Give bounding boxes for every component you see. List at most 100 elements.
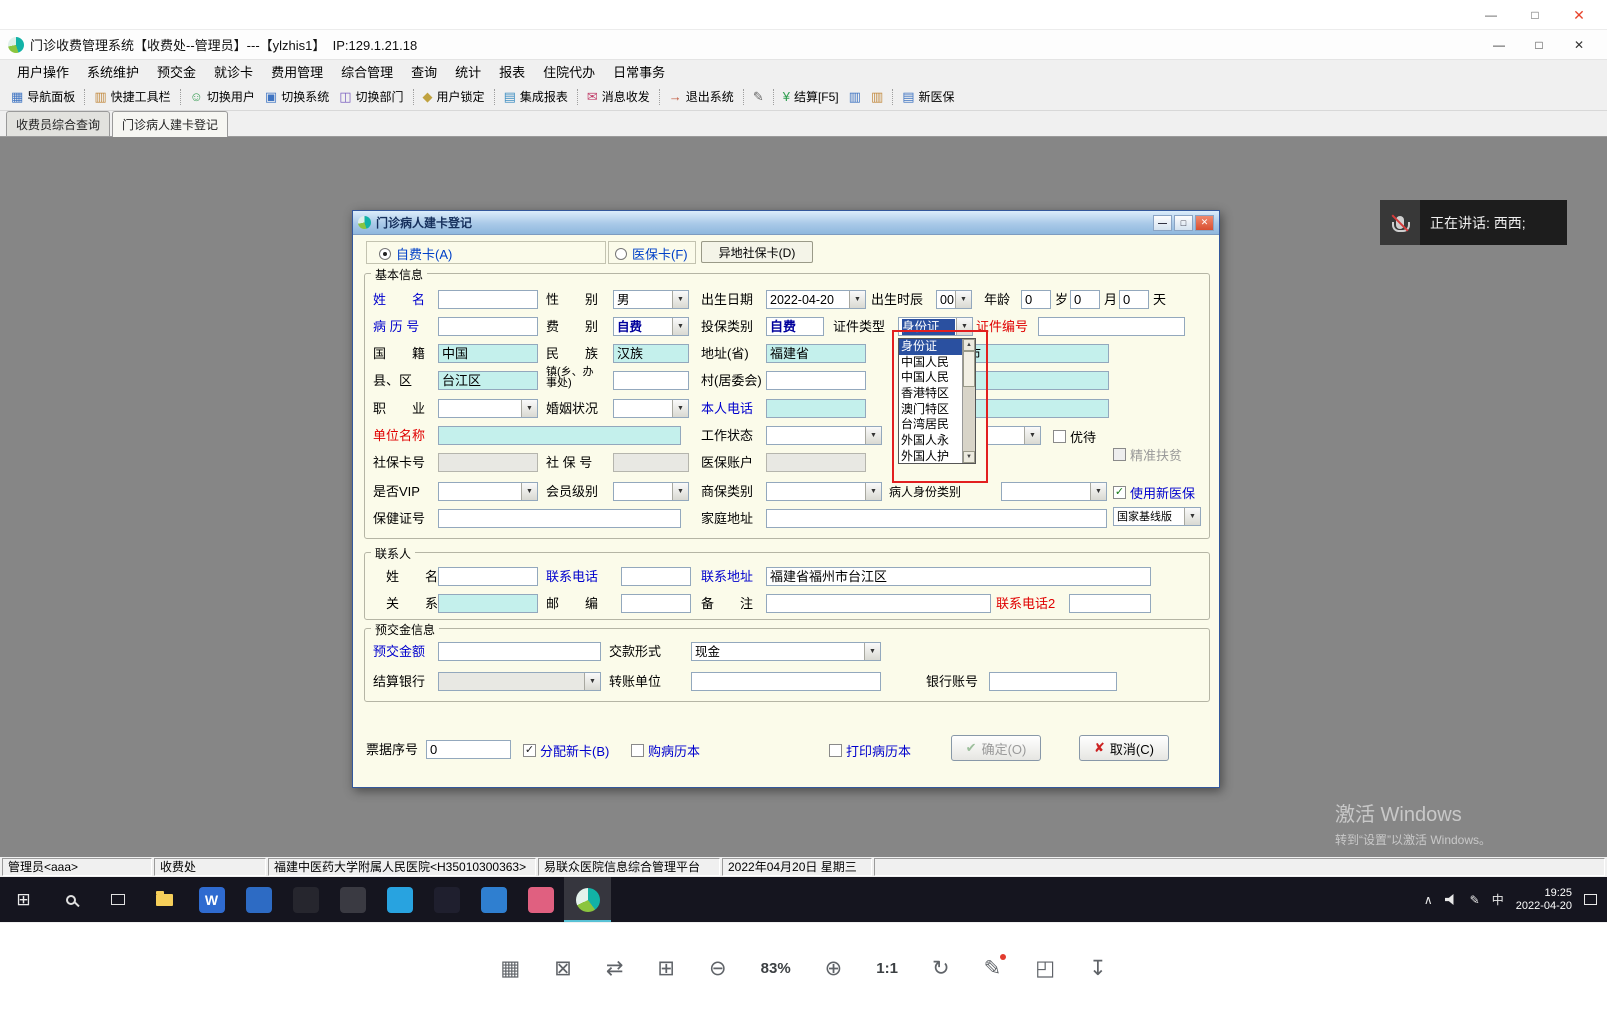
partial-select[interactable]: ▼ bbox=[986, 426, 1041, 445]
menu-item-0[interactable]: 用户操作 bbox=[8, 60, 78, 83]
menu-item-1[interactable]: 系统维护 bbox=[78, 60, 148, 83]
marital-status-select[interactable]: ▼ bbox=[613, 399, 689, 418]
health-cert-input[interactable] bbox=[438, 509, 681, 528]
radio-icon[interactable] bbox=[615, 247, 627, 260]
menu-item-4[interactable]: 费用管理 bbox=[262, 60, 332, 83]
birthdate-select[interactable]: 2022-04-20 ▼ bbox=[766, 290, 866, 309]
viewer-tool-fullscreen[interactable]: ⊞ bbox=[657, 956, 675, 981]
toolbar-nav[interactable]: ▦ 导航面板 bbox=[6, 85, 80, 108]
checkbox-icon[interactable]: ✓ bbox=[523, 744, 536, 757]
poverty-alleviation-checkbox[interactable]: 精准扶贫 bbox=[1113, 445, 1182, 464]
taskbar-app-qq[interactable] bbox=[423, 877, 470, 922]
viewer-tool-zoom-out[interactable]: ⊖ bbox=[709, 956, 727, 981]
viewer-tool-crop[interactable]: ◰ bbox=[1035, 956, 1055, 981]
personal-phone-input[interactable] bbox=[766, 399, 866, 418]
ok-button[interactable]: ✔ 确定(O) bbox=[951, 735, 1041, 761]
baseline-version-select[interactable]: 国家基线版 ▼ bbox=[1113, 507, 1201, 526]
dropdown-arrow-icon[interactable]: ▼ bbox=[584, 673, 600, 690]
viewer-tool-zoom-level[interactable]: 83% bbox=[761, 960, 791, 977]
toolbar-user[interactable]: ☺ 切换用户 bbox=[185, 85, 260, 108]
menu-item-6[interactable]: 查询 bbox=[402, 60, 446, 83]
dropdown-arrow-icon[interactable]: ▼ bbox=[1024, 427, 1040, 444]
checkbox-icon[interactable] bbox=[1053, 430, 1066, 443]
taskbar-app-messenger[interactable] bbox=[376, 877, 423, 922]
age-months-input[interactable]: 0 bbox=[1070, 290, 1100, 309]
menu-item-2[interactable]: 预交金 bbox=[148, 60, 205, 83]
toolbar-settle[interactable]: ¥ 结算[F5] bbox=[778, 85, 844, 108]
app-maximize-button[interactable]: □ bbox=[1519, 30, 1559, 60]
toolbar-system[interactable]: ▣ 切换系统 bbox=[260, 85, 334, 108]
action-center-icon[interactable] bbox=[1584, 894, 1597, 905]
volume-icon[interactable] bbox=[1444, 894, 1458, 905]
dialog-close-button[interactable]: ✕ bbox=[1195, 214, 1214, 231]
dropdown-arrow-icon[interactable]: ▼ bbox=[864, 643, 880, 660]
bill-serial-input[interactable]: 0 bbox=[426, 740, 511, 759]
bank-account-input[interactable] bbox=[989, 672, 1117, 691]
remote-card-button[interactable]: 异地社保卡(D) bbox=[701, 241, 813, 263]
town-input[interactable] bbox=[613, 371, 689, 390]
toolbar-lock[interactable]: ◆ 用户锁定 bbox=[418, 85, 490, 108]
toolbar-newmi[interactable]: ▤ 新医保 bbox=[897, 85, 959, 108]
dropdown-arrow-icon[interactable]: ▼ bbox=[1184, 508, 1200, 525]
viewer-tool-screenshot[interactable]: ⊠ bbox=[554, 956, 572, 981]
pen-input-icon[interactable]: ✎ bbox=[1470, 893, 1480, 907]
menu-item-7[interactable]: 统计 bbox=[446, 60, 490, 83]
nationality-input[interactable]: 中国 bbox=[438, 344, 538, 363]
ss-number-input[interactable] bbox=[613, 453, 689, 472]
ime-indicator[interactable]: 中 bbox=[1492, 891, 1504, 908]
app-close-button[interactable]: ✕ bbox=[1559, 30, 1599, 60]
note-input[interactable] bbox=[766, 594, 991, 613]
selfpay-card-radio[interactable]: 自费卡(A) bbox=[379, 244, 452, 263]
menu-item-5[interactable]: 综合管理 bbox=[332, 60, 402, 83]
medins-card-radio[interactable]: 医保卡(F) bbox=[615, 244, 688, 263]
scroll-up-icon[interactable]: ▲ bbox=[963, 339, 975, 351]
checkbox-icon[interactable] bbox=[631, 744, 644, 757]
occupation-select[interactable]: ▼ bbox=[438, 399, 538, 418]
viewer-close-button[interactable]: ✕ bbox=[1557, 0, 1601, 30]
viewer-maximize-button[interactable]: □ bbox=[1513, 0, 1557, 30]
viewer-tool-collage[interactable]: ▦ bbox=[500, 956, 520, 981]
dropdown-arrow-icon[interactable]: ▼ bbox=[521, 483, 537, 500]
dropdown-arrow-icon[interactable]: ▼ bbox=[865, 483, 881, 500]
viewer-tool-download[interactable]: ↧ bbox=[1089, 956, 1107, 981]
scroll-down-icon[interactable]: ▼ bbox=[963, 451, 975, 463]
menu-item-10[interactable]: 日常事务 bbox=[604, 60, 674, 83]
taskbar-task-view[interactable] bbox=[94, 877, 141, 922]
dropdown-item-7[interactable]: 外国人护 bbox=[899, 449, 962, 463]
dropdown-scrollbar[interactable]: ▲ ▼ bbox=[962, 339, 975, 463]
dialog-restore-button[interactable]: □ bbox=[1174, 214, 1193, 231]
dropdown-item-6[interactable]: 外国人永 bbox=[899, 433, 962, 449]
taskbar-app-pink[interactable] bbox=[517, 877, 564, 922]
menu-item-9[interactable]: 住院代办 bbox=[534, 60, 604, 83]
id-number-input[interactable] bbox=[1038, 317, 1185, 336]
taskbar-search[interactable] bbox=[47, 877, 94, 922]
tray-expand-icon[interactable]: ∧ bbox=[1424, 893, 1433, 907]
viewer-tool-edit[interactable]: ✎ bbox=[984, 954, 1006, 981]
dropdown-arrow-icon[interactable]: ▼ bbox=[672, 400, 688, 417]
dialog-minimize-button[interactable]: — bbox=[1153, 214, 1172, 231]
dropdown-item-3[interactable]: 香港特区 bbox=[899, 386, 962, 402]
ethnicity-input[interactable]: 汉族 bbox=[613, 344, 689, 363]
medical-book-checkbox[interactable]: 购病历本 bbox=[631, 741, 700, 760]
county-input[interactable]: 台江区 bbox=[438, 371, 538, 390]
taskbar-clock[interactable]: 19:25 2022-04-20 bbox=[1516, 887, 1572, 913]
taskbar-app-camera[interactable] bbox=[329, 877, 376, 922]
checkbox-icon[interactable]: ✓ bbox=[1113, 486, 1126, 499]
gender-select[interactable]: 男 ▼ bbox=[613, 290, 689, 309]
commercial-ins-select[interactable]: ▼ bbox=[766, 482, 882, 501]
patient-identity-select[interactable]: ▼ bbox=[1001, 482, 1107, 501]
checkbox-icon[interactable] bbox=[1113, 448, 1126, 461]
contact-name-input[interactable] bbox=[438, 567, 538, 586]
dropdown-arrow-icon[interactable]: ▼ bbox=[955, 291, 971, 308]
viewer-tool-zoom-in[interactable]: ⊕ bbox=[825, 956, 843, 981]
radio-icon[interactable] bbox=[379, 247, 391, 260]
taskbar-app-blue[interactable] bbox=[235, 877, 282, 922]
taskbar-app-monitor[interactable] bbox=[470, 877, 517, 922]
dialog-titlebar[interactable]: 门诊病人建卡登记 — □ ✕ bbox=[353, 211, 1219, 235]
viewer-tool-one-to-one[interactable]: 1:1 bbox=[876, 960, 898, 977]
checkbox-icon[interactable] bbox=[829, 744, 842, 757]
dropdown-arrow-icon[interactable]: ▼ bbox=[521, 400, 537, 417]
member-level-select[interactable]: ▼ bbox=[613, 482, 689, 501]
dropdown-item-5[interactable]: 台湾居民 bbox=[899, 417, 962, 433]
taskbar-his-app[interactable] bbox=[564, 877, 611, 922]
